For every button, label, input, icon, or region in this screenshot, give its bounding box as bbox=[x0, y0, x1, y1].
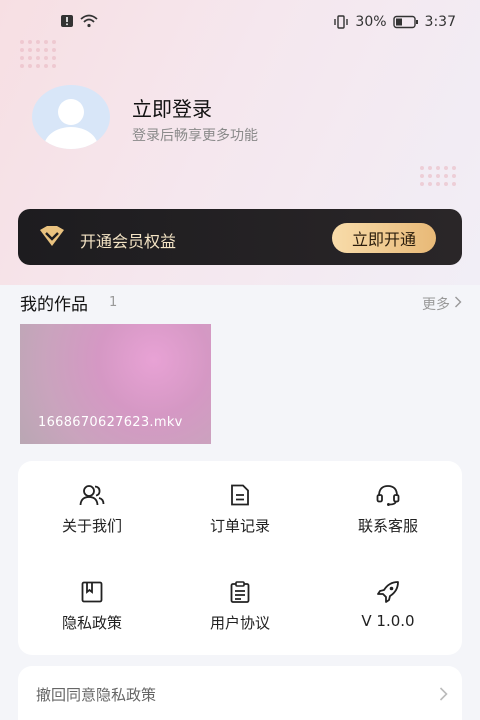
battery-icon bbox=[392, 15, 419, 29]
status-bar: 30% 3:37 bbox=[0, 0, 480, 46]
vip-banner[interactable]: 开通会员权益 立即开通 bbox=[18, 209, 462, 265]
app-version: V 1.0.0 bbox=[361, 612, 415, 630]
menu-label: 用户协议 bbox=[209, 614, 270, 632]
menu-item-agreement[interactable]: 用户协议 bbox=[166, 558, 314, 652]
menu-label: 隐私政策 bbox=[61, 614, 122, 632]
menu-label: 订单记录 bbox=[209, 517, 270, 535]
works-count: 1 bbox=[109, 295, 118, 310]
status-time: 3:37 bbox=[424, 14, 456, 30]
battery-percent: 30% bbox=[355, 14, 387, 30]
diamond-icon bbox=[38, 225, 66, 251]
works-more-link[interactable]: 更多 bbox=[422, 294, 462, 314]
decor-dots bbox=[420, 166, 456, 186]
users-icon bbox=[79, 483, 105, 507]
menu-item-support[interactable]: 联系客服 bbox=[314, 461, 462, 555]
headset-icon bbox=[376, 483, 400, 507]
chevron-right-icon bbox=[454, 296, 462, 312]
menu-item-about[interactable]: 关于我们 bbox=[18, 461, 166, 555]
vip-label: 开通会员权益 bbox=[80, 232, 177, 251]
wifi-icon bbox=[80, 14, 98, 28]
revoke-privacy-row[interactable]: 撤回同意隐私政策 bbox=[18, 666, 462, 720]
clipboard-icon bbox=[230, 580, 250, 604]
vip-open-button[interactable]: 立即开通 bbox=[332, 223, 436, 253]
avatar[interactable] bbox=[32, 85, 110, 149]
works-more-label: 更多 bbox=[422, 297, 450, 313]
rocket-icon bbox=[376, 580, 400, 604]
notification-icon bbox=[60, 14, 74, 28]
document-icon bbox=[230, 483, 250, 507]
work-file-name: 1668670627623.mkv bbox=[38, 415, 183, 430]
login-subtitle: 登录后畅享更多功能 bbox=[132, 128, 258, 144]
work-thumbnail[interactable]: 1668670627623.mkv bbox=[20, 324, 211, 444]
book-icon bbox=[81, 580, 103, 604]
menu-label: 联系客服 bbox=[357, 517, 418, 535]
menu-item-privacy[interactable]: 隐私政策 bbox=[18, 558, 166, 652]
menu-item-orders[interactable]: 订单记录 bbox=[166, 461, 314, 555]
revoke-privacy-label: 撤回同意隐私政策 bbox=[36, 686, 157, 704]
login-link[interactable]: 立即登录 bbox=[132, 93, 212, 122]
menu-card: 关于我们 订单记录 联系客服 隐私政策 用户协议 V 1.0.0 bbox=[18, 461, 462, 655]
menu-label: 关于我们 bbox=[61, 517, 122, 535]
vibrate-icon bbox=[333, 15, 349, 29]
menu-item-version[interactable]: V 1.0.0 bbox=[314, 558, 462, 652]
works-title: 我的作品 bbox=[20, 295, 88, 315]
chevron-right-icon bbox=[439, 686, 448, 705]
